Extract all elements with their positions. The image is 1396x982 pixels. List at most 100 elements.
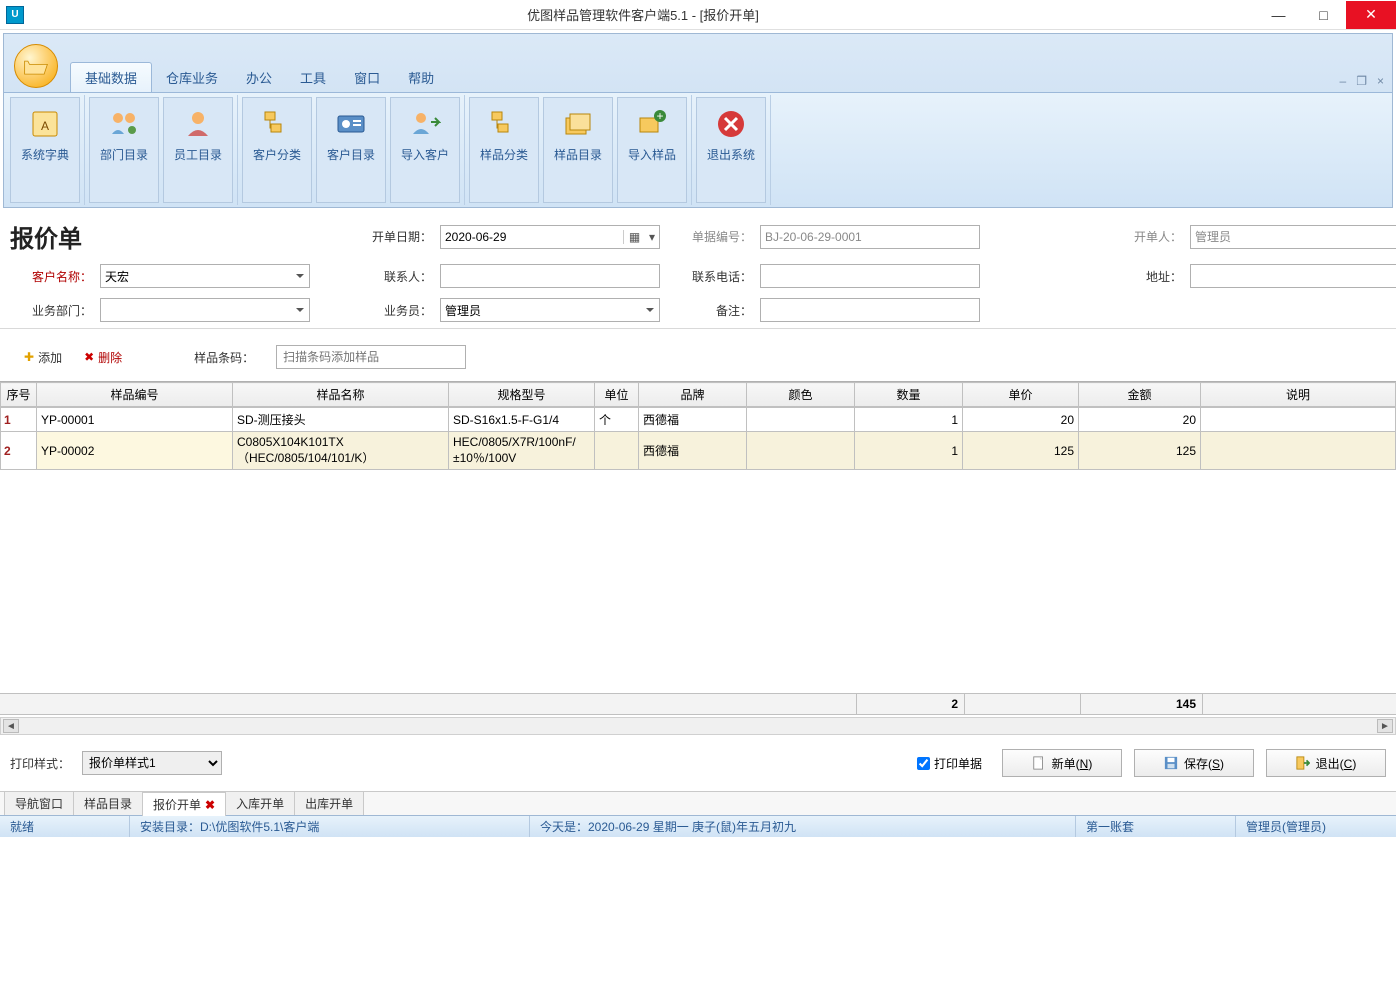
mdi-restore-icon[interactable]: ❐ bbox=[1356, 74, 1367, 88]
close-button[interactable]: ✕ bbox=[1346, 1, 1396, 29]
cell-spec[interactable]: HEC/0805/X7R/100nF/±10％/100V bbox=[449, 432, 595, 470]
col-amount[interactable]: 金额 bbox=[1079, 383, 1201, 407]
cell-brand[interactable]: 西德福 bbox=[639, 408, 747, 432]
tab-nav-window[interactable]: 导航窗口 bbox=[4, 791, 74, 815]
ribbon-tab-office[interactable]: 办公 bbox=[232, 63, 286, 92]
ribbon-btn-sample-category[interactable]: 样品分类 bbox=[469, 97, 539, 203]
col-seq[interactable]: 序号 bbox=[1, 383, 37, 407]
col-code[interactable]: 样品编号 bbox=[37, 383, 233, 407]
exit-door-icon bbox=[1296, 756, 1310, 770]
col-qty[interactable]: 数量 bbox=[855, 383, 963, 407]
mdi-close-icon[interactable]: × bbox=[1377, 74, 1384, 88]
label: 员工目录 bbox=[174, 146, 222, 163]
scroll-right-icon[interactable]: ► bbox=[1377, 719, 1393, 733]
checkbox[interactable] bbox=[917, 757, 930, 770]
cell-qty[interactable]: 1 bbox=[855, 432, 963, 470]
scroll-left-icon[interactable]: ◄ bbox=[3, 719, 19, 733]
print-doc-checkbox[interactable]: 打印单据 bbox=[917, 755, 982, 772]
dept-select[interactable] bbox=[100, 298, 310, 322]
print-style-select[interactable]: 报价单样式1 bbox=[82, 751, 222, 775]
remark-field[interactable] bbox=[760, 298, 980, 322]
phone-field[interactable] bbox=[760, 264, 980, 288]
cell-unit[interactable]: 个 bbox=[595, 408, 639, 432]
ribbon-tab-help[interactable]: 帮助 bbox=[394, 63, 448, 92]
tab-sample-dir[interactable]: 样品目录 bbox=[73, 791, 143, 815]
cell-price[interactable]: 125 bbox=[963, 432, 1079, 470]
import-user-icon bbox=[409, 108, 441, 140]
folder-open-icon bbox=[23, 56, 49, 76]
col-brand[interactable]: 品牌 bbox=[639, 383, 747, 407]
delete-item-button[interactable]: ✖ 删除 bbox=[84, 349, 122, 366]
ribbon-tab-warehouse[interactable]: 仓库业务 bbox=[152, 63, 232, 92]
table-row[interactable]: 1 YP-00001 SD-测压接头 SD-S16x1.5-F-G1/4 个 西… bbox=[1, 408, 1396, 432]
cell-code[interactable]: YP-00001 bbox=[37, 408, 233, 432]
label-dept: 业务部门： bbox=[10, 302, 100, 319]
maximize-button[interactable]: □ bbox=[1301, 1, 1346, 29]
mdi-minimize-icon[interactable]: – bbox=[1340, 74, 1347, 88]
close-tab-icon[interactable]: ✖ bbox=[205, 798, 215, 812]
minimize-button[interactable]: — bbox=[1256, 1, 1301, 29]
chevron-down-icon[interactable]: ▾ bbox=[645, 230, 659, 244]
ribbon-tab-window[interactable]: 窗口 bbox=[340, 63, 394, 92]
horizontal-scrollbar[interactable]: ◄ ► bbox=[0, 717, 1396, 735]
label: 样品分类 bbox=[480, 146, 528, 163]
cell-price[interactable]: 20 bbox=[963, 408, 1079, 432]
ribbon-btn-import-sample[interactable]: + 导入样品 bbox=[617, 97, 687, 203]
table-row[interactable]: 2 YP-00002 C0805X104K101TX（HEC/0805/104/… bbox=[1, 432, 1396, 470]
ribbon-btn-exit[interactable]: 退出系统 bbox=[696, 97, 766, 203]
ribbon-btn-emp-dir[interactable]: 员工目录 bbox=[163, 97, 233, 203]
cell-code[interactable]: YP-00002 bbox=[37, 432, 233, 470]
label-sales: 业务员： bbox=[370, 302, 440, 319]
cell-color[interactable] bbox=[747, 408, 855, 432]
date-input[interactable] bbox=[441, 228, 623, 246]
ribbon-tab-basic-data[interactable]: 基础数据 bbox=[70, 62, 152, 92]
cell-seq: 1 bbox=[1, 408, 37, 432]
cell-brand[interactable]: 西德福 bbox=[639, 432, 747, 470]
tab-stock-out[interactable]: 出库开单 bbox=[294, 791, 364, 815]
label: 打印单据 bbox=[934, 755, 982, 772]
barcode-input[interactable] bbox=[276, 345, 466, 369]
ribbon-btn-dept-dir[interactable]: 部门目录 bbox=[89, 97, 159, 203]
hotkey: S bbox=[1212, 757, 1220, 771]
sales-select[interactable] bbox=[440, 298, 660, 322]
cell-name[interactable]: C0805X104K101TX（HEC/0805/104/101/K） bbox=[233, 432, 449, 470]
ribbon-btn-customer-category[interactable]: 客户分类 bbox=[242, 97, 312, 203]
tab-stock-in[interactable]: 入库开单 bbox=[225, 791, 295, 815]
label: 删除 bbox=[98, 349, 122, 366]
col-color[interactable]: 颜色 bbox=[747, 383, 855, 407]
save-button[interactable]: 保存(S) bbox=[1134, 749, 1254, 777]
ribbon-btn-import-customer[interactable]: 导入客户 bbox=[390, 97, 460, 203]
col-name[interactable]: 样品名称 bbox=[233, 383, 449, 407]
cell-amount[interactable]: 125 bbox=[1079, 432, 1201, 470]
new-button[interactable]: 新单(N) bbox=[1002, 749, 1122, 777]
exit-button[interactable]: 退出(C) bbox=[1266, 749, 1386, 777]
label-print-style: 打印样式： bbox=[10, 755, 70, 772]
add-item-button[interactable]: ✚ 添加 bbox=[24, 349, 62, 366]
address-field[interactable] bbox=[1190, 264, 1396, 288]
customer-select[interactable] bbox=[100, 264, 310, 288]
cell-qty[interactable]: 1 bbox=[855, 408, 963, 432]
cell-color[interactable] bbox=[747, 432, 855, 470]
cell-spec[interactable]: SD-S16x1.5-F-G1/4 bbox=[449, 408, 595, 432]
date-field[interactable]: ▦ ▾ bbox=[440, 225, 660, 249]
cell-unit[interactable] bbox=[595, 432, 639, 470]
status-account: 第一账套 bbox=[1076, 816, 1236, 837]
ribbon-btn-system-dict[interactable]: A 系统字典 bbox=[10, 97, 80, 203]
ribbon-btn-customer-dir[interactable]: 客户目录 bbox=[316, 97, 386, 203]
col-unit[interactable]: 单位 bbox=[595, 383, 639, 407]
cell-desc[interactable] bbox=[1201, 432, 1396, 470]
col-price[interactable]: 单价 bbox=[963, 383, 1079, 407]
cell-amount[interactable]: 20 bbox=[1079, 408, 1201, 432]
contact-field[interactable] bbox=[440, 264, 660, 288]
ribbon-tab-tools[interactable]: 工具 bbox=[286, 63, 340, 92]
cell-name[interactable]: SD-测压接头 bbox=[233, 408, 449, 432]
calendar-icon[interactable]: ▦ bbox=[623, 230, 645, 244]
app-menu-button[interactable] bbox=[14, 44, 58, 88]
tab-quote[interactable]: 报价开单 ✖ bbox=[142, 792, 226, 816]
ribbon-btn-sample-dir[interactable]: 样品目录 bbox=[543, 97, 613, 203]
document-tabs: 导航窗口 样品目录 报价开单 ✖ 入库开单 出库开单 bbox=[0, 791, 1396, 815]
col-spec[interactable]: 规格型号 bbox=[449, 383, 595, 407]
col-desc[interactable]: 说明 bbox=[1201, 383, 1396, 407]
maker-field bbox=[1190, 225, 1396, 249]
cell-desc[interactable] bbox=[1201, 408, 1396, 432]
